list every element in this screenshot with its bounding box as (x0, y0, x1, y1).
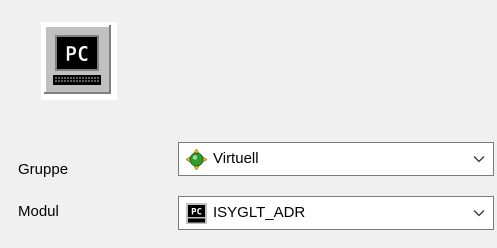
gruppe-select[interactable]: Virtuell (178, 142, 494, 176)
pc-icon-frame: PC (41, 22, 117, 100)
gruppe-value: Virtuell (213, 150, 259, 167)
virtual-group-icon (186, 149, 207, 170)
pc-module-icon: PC (186, 203, 207, 224)
chevron-down-icon[interactable] (473, 155, 485, 163)
pc-terminal-icon: PC (44, 25, 111, 94)
pc-module-icon-label: PC (191, 208, 202, 218)
modul-value: ISYGLT_ADR (213, 204, 306, 221)
modul-label: Modul (18, 203, 59, 220)
gruppe-label: Gruppe (18, 161, 69, 178)
chevron-down-icon[interactable] (473, 209, 485, 217)
pc-icon-label: PC (65, 42, 89, 66)
modul-select[interactable]: PC ISYGLT_ADR (178, 196, 494, 230)
